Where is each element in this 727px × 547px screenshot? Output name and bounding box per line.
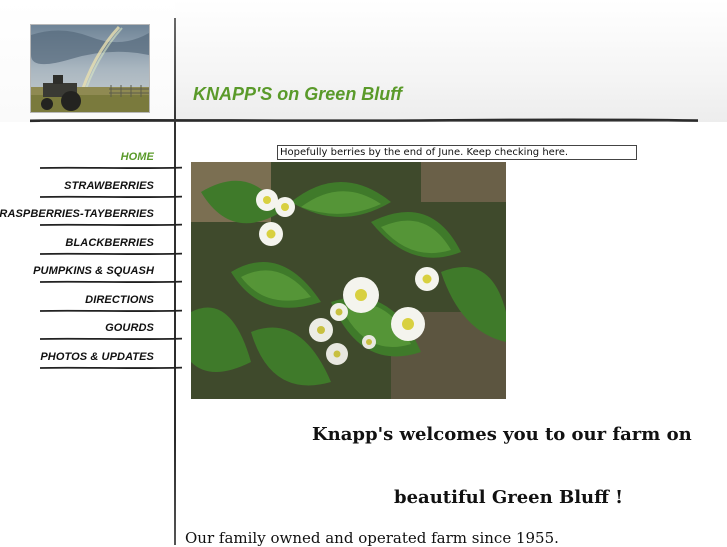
nav-underline-stroke xyxy=(39,280,183,284)
nav-link-directions[interactable]: DIRECTIONS xyxy=(85,294,154,306)
nav-item-home[interactable]: HOME xyxy=(0,146,185,175)
welcome-heading: Knapp's welcomes you to our farm on xyxy=(185,422,705,448)
welcome-line-1: Knapp's welcomes you to our farm on xyxy=(312,424,692,445)
nav-underline-stroke xyxy=(39,337,183,341)
nav-item-raspberries-tayberries[interactable]: RASPBERRIES-TAYBERRIES xyxy=(0,203,185,232)
family-farm-text: Our family owned and operated farm since… xyxy=(185,529,559,547)
nav-link-gourds[interactable]: GOURDS xyxy=(105,322,154,334)
nav-link-raspberries-tayberries[interactable]: RASPBERRIES-TAYBERRIES xyxy=(0,208,154,220)
nav-link-strawberries[interactable]: STRAWBERRIES xyxy=(64,180,154,192)
nav-underline-stroke xyxy=(39,166,183,170)
logo-image[interactable] xyxy=(30,24,150,113)
nav-item-gourds[interactable]: GOURDS xyxy=(0,317,185,346)
nav-link-pumpkins-squash[interactable]: PUMPKINS & SQUASH xyxy=(33,265,154,277)
header-divider-stroke xyxy=(30,118,698,123)
welcome-line-2: beautiful Green Bluff ! xyxy=(394,487,624,508)
strawberry-flowers-image xyxy=(191,162,506,399)
nav-underline-stroke xyxy=(39,195,183,198)
site-title: KNAPP'S on Green Bluff xyxy=(193,84,402,104)
announcement-textbox: Hopefully berries by the end of June. Ke… xyxy=(277,145,637,160)
nav-link-blackberries[interactable]: BLACKBERRIES xyxy=(65,237,154,249)
nav-link-photos-updates[interactable]: PHOTOS & UPDATES xyxy=(40,351,154,363)
nav-underline-stroke xyxy=(39,223,183,227)
main-navigation: HOME STRAWBERRIES RASPBERRIES-TAYBERRIES… xyxy=(0,146,185,374)
nav-link-home[interactable]: HOME xyxy=(121,151,154,163)
nav-underline-stroke xyxy=(39,252,183,255)
nav-underline-stroke xyxy=(39,366,183,369)
nav-item-directions[interactable]: DIRECTIONS xyxy=(0,289,185,318)
nav-underline-stroke xyxy=(39,309,183,312)
nav-item-photos-updates[interactable]: PHOTOS & UPDATES xyxy=(0,346,185,375)
strawberry-plant-photo xyxy=(191,162,506,399)
nav-item-pumpkins-squash[interactable]: PUMPKINS & SQUASH xyxy=(0,260,185,289)
nav-item-blackberries[interactable]: BLACKBERRIES xyxy=(0,232,185,261)
tractor-rainbow-photo xyxy=(31,25,149,112)
nav-item-strawberries[interactable]: STRAWBERRIES xyxy=(0,175,185,204)
